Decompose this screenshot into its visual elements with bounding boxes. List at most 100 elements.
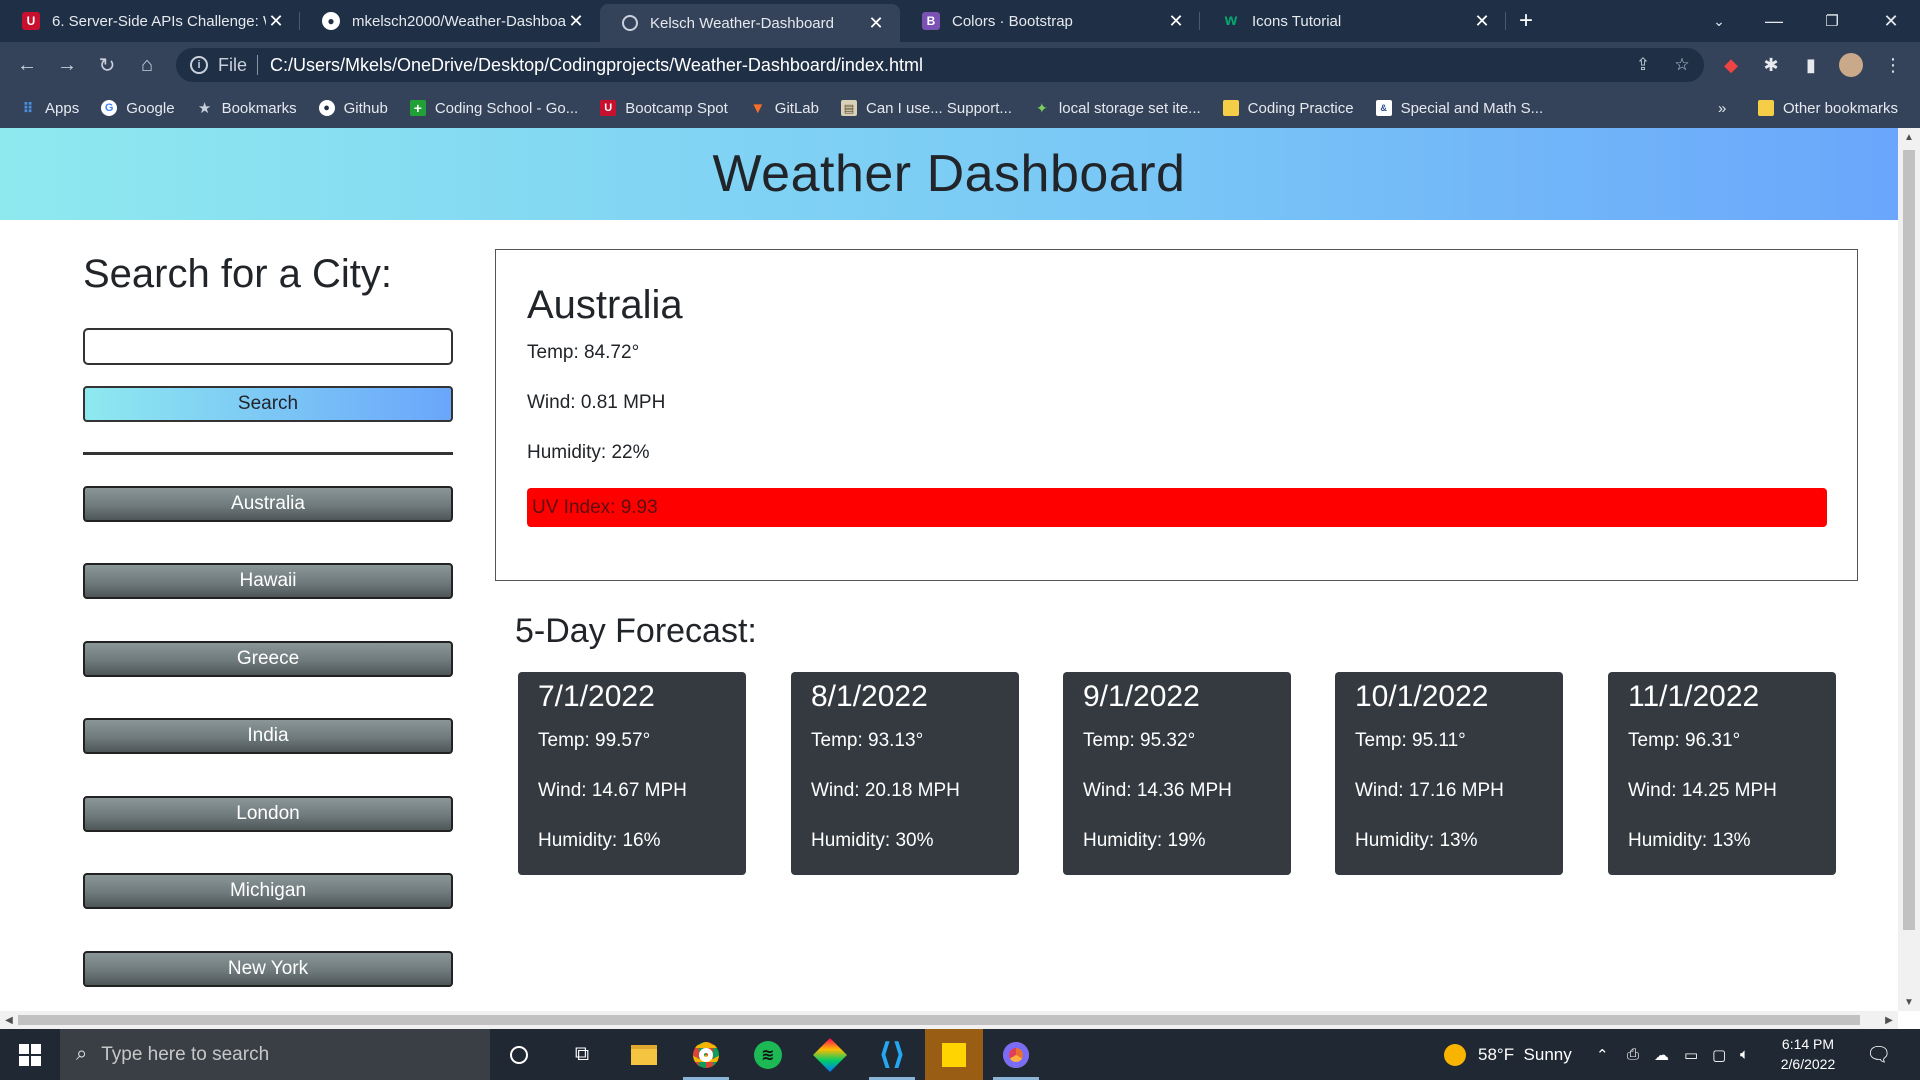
bookmark-coding-school[interactable]: + Coding School - Go... [409,100,578,117]
bookmark-github[interactable]: ● Github [318,100,388,117]
city-button-michigan[interactable]: Michigan [83,873,453,909]
tab-weather-dashboard[interactable]: Kelsch Weather-Dashboard ✕ [600,4,900,42]
info-icon[interactable]: i [190,56,208,74]
bookmark-local-storage[interactable]: ✦ local storage set ite... [1034,100,1201,117]
bookmark-label: Apps [45,99,80,117]
tab-icons-tutorial[interactable]: w Icons Tutorial ✕ [1200,0,1506,42]
file-explorer-icon[interactable] [615,1029,673,1080]
caniuse-icon: ▤ [841,100,857,116]
tab-search-icon[interactable]: ⌄ [1690,0,1748,42]
side-panel-icon[interactable]: ▮ [1796,50,1826,80]
forecast-humidity: Humidity: 16% [538,830,661,851]
folder-icon [1222,100,1239,116]
chrome-icon[interactable] [677,1029,735,1080]
sticky-notes-icon[interactable] [925,1029,983,1080]
current-city-name: Australia [527,283,683,327]
other-bookmarks[interactable]: Other bookmarks [1758,88,1898,128]
gitlab-icon: ▼ [750,99,766,117]
city-button-india[interactable]: India [83,718,453,754]
scroll-left-icon[interactable]: ◀ [0,1011,18,1029]
search-button[interactable]: Search [83,386,453,422]
vertical-scrollbar[interactable]: ▲ ▼ [1898,128,1920,1011]
close-icon[interactable]: ✕ [1472,11,1492,32]
current-temp: Temp: 84.72° [527,342,640,363]
city-button-greece[interactable]: Greece [83,641,453,677]
extension-badge-icon[interactable]: ◆ [1716,50,1746,80]
bookmark-google[interactable]: G Google [101,100,175,117]
u-logo-icon: U [22,12,40,30]
bookmark-special-math[interactable]: & Special and Math S... [1375,100,1543,117]
bookmark-caniuse[interactable]: ▤ Can I use... Support... [841,100,1012,117]
divider [257,55,259,75]
share-icon[interactable]: ⇪ [1628,48,1658,82]
home-icon[interactable]: ⌂ [132,50,162,80]
restore-icon[interactable]: ❐ [1803,0,1861,42]
minimize-icon[interactable]: — [1745,0,1803,42]
bookmark-coding-practice[interactable]: Coding Practice [1222,100,1354,117]
scrollbar-thumb[interactable] [1903,150,1915,930]
scroll-up-icon[interactable]: ▲ [1898,128,1920,146]
windows-logo-icon [19,1043,41,1066]
onedrive-icon[interactable]: ☁ [1654,1029,1669,1080]
scheme-label: File [218,54,248,75]
meet-icon[interactable]: ⎙ [1627,1029,1639,1080]
forecast-date: 9/1/2022 [1083,680,1200,713]
address-bar[interactable]: i File C:/Users/Mkels/OneDrive/Desktop/C… [176,48,1704,82]
new-tab-button[interactable]: + [1506,0,1546,42]
extensions-puzzle-icon[interactable]: ✱ [1756,50,1786,80]
forecast-card: 8/1/2022 Temp: 93.13° Wind: 20.18 MPH Hu… [791,672,1019,875]
forecast-temp: Temp: 96.31° [1628,730,1741,751]
bookmark-bootcamp-spot[interactable]: U Bootcamp Spot [600,100,728,117]
bookmark-apps[interactable]: ⠿ Apps [20,99,80,117]
weather-widget[interactable]: 58°F Sunny [1444,1029,1572,1080]
scroll-right-icon[interactable]: ▶ [1880,1011,1898,1029]
volume-icon[interactable]: 🔈︎ [1740,1029,1749,1080]
city-search-input[interactable] [83,328,453,365]
task-view-icon[interactable]: ⧉ [553,1029,611,1080]
bookmarks-overflow-button[interactable]: » [1718,88,1726,128]
search-icon: ⌕ [76,1043,88,1065]
network-icon[interactable]: ▢ [1712,1029,1726,1080]
spotify-icon[interactable]: ≋ [739,1029,797,1080]
vscode-icon[interactable]: ⟨⟩ [863,1029,921,1080]
city-button-london[interactable]: London [83,796,453,832]
cortana-icon[interactable] [490,1029,548,1080]
notifications-icon[interactable]: 🗨︎ [1866,1029,1891,1080]
close-icon[interactable]: ✕ [566,11,586,32]
scrollbar-thumb[interactable] [18,1015,1860,1025]
show-hidden-icons[interactable]: ⌃ [1596,1029,1609,1080]
other-bookmarks-label: Other bookmarks [1783,99,1899,117]
tab-challenge[interactable]: U 6. Server-Side APIs Challenge: W ✕ [0,0,300,42]
city-button-australia[interactable]: Australia [83,486,453,522]
bookmark-star-icon[interactable]: ☆ [1667,48,1697,82]
city-button-new-york[interactable]: New York [83,951,453,987]
scroll-down-icon[interactable]: ▼ [1898,993,1920,1011]
tab-bootstrap-colors[interactable]: B Colors · Bootstrap ✕ [900,0,1200,42]
forward-icon[interactable]: → [52,50,82,80]
battery-icon[interactable]: ▭ [1684,1029,1698,1080]
close-icon[interactable]: ✕ [1166,11,1186,32]
back-icon[interactable]: ← [12,50,42,80]
forecast-humidity: Humidity: 13% [1355,830,1478,851]
windows-taskbar: ⌕ Type here to search ⧉ ≋ ⟨⟩ 58°F Sunny … [0,1029,1920,1080]
gitkraken-icon[interactable] [801,1029,859,1080]
reload-icon[interactable]: ↻ [92,50,122,80]
url-text[interactable]: C:/Users/Mkels/OneDrive/Desktop/Codingpr… [270,55,923,76]
menu-kebab-icon[interactable]: ⋮ [1878,50,1908,80]
taskbar-clock[interactable]: 6:14 PM 2/6/2022 [1770,1034,1846,1074]
windows-start-button[interactable] [0,1029,60,1080]
taskbar-search-box[interactable]: ⌕ Type here to search [60,1029,490,1080]
chrome-canary-icon[interactable] [987,1029,1045,1080]
close-icon[interactable]: ✕ [866,13,886,34]
close-icon[interactable]: ✕ [266,11,286,32]
plus-icon: + [409,100,426,116]
bookmark-gitlab[interactable]: ▼ GitLab [750,100,819,117]
page-title: Weather Dashboard [712,145,1186,203]
tab-github[interactable]: ● mkelsch2000/Weather-Dashboar ✕ [300,0,600,42]
horizontal-scrollbar[interactable]: ◀ ▶ [0,1011,1898,1029]
city-button-hawaii[interactable]: Hawaii [83,563,453,599]
bookmark-bookmarks[interactable]: ★ Bookmarks [197,100,297,118]
forecast-humidity: Humidity: 19% [1083,830,1206,851]
window-close-icon[interactable]: ✕ [1862,0,1920,42]
profile-avatar-icon[interactable] [1836,50,1866,80]
